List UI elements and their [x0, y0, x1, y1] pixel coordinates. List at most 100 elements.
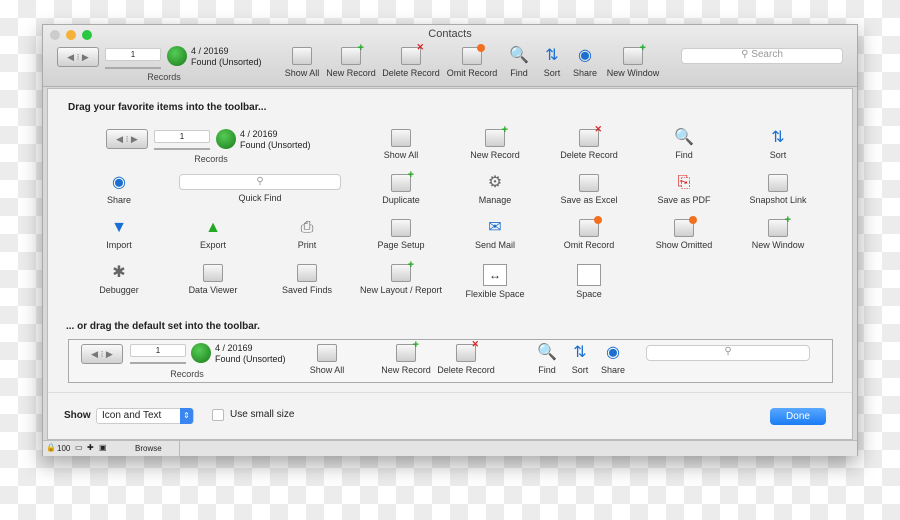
item-label: New Layout / Report	[359, 285, 443, 295]
new-record-icon	[485, 124, 508, 147]
item-label: Delete Record	[437, 365, 495, 375]
sheet-heading: Drag your favorite items into the toolba…	[68, 102, 267, 113]
palette-item-send-mail[interactable]: ✉ Send Mail	[448, 219, 542, 250]
item-label: Saved Finds	[281, 285, 333, 295]
item-label: Data Viewer	[188, 285, 238, 295]
show-select[interactable]: Icon and Text ⇕	[96, 408, 194, 424]
item-label: Snapshot Link	[749, 195, 807, 205]
button-label: New Window	[606, 68, 660, 78]
toolbar-button-new-window[interactable]: New Window	[586, 42, 680, 78]
palette-item-export[interactable]: ▲ Export	[166, 219, 260, 250]
item-label: Share	[600, 365, 626, 375]
palette-item-debugger[interactable]: ✱ Debugger	[72, 264, 166, 295]
small-size-checkbox[interactable]	[212, 409, 224, 421]
found-state: Found (Unsorted)	[191, 57, 262, 67]
send-mail-icon: ✉	[488, 219, 502, 236]
palette-item-duplicate[interactable]: Duplicate	[354, 169, 448, 205]
book-navigation[interactable]: ◀ ⁝ ▶	[57, 47, 99, 67]
small-size-label: Use small size	[230, 409, 295, 420]
search-field[interactable]: ⚲ Search	[681, 48, 843, 64]
new-record-icon	[396, 339, 419, 362]
palette-item-quick-find[interactable]: ⚲ Quick Find	[179, 174, 341, 203]
palette-item-find[interactable]: 🔍 Find	[637, 129, 731, 160]
lock-icon[interactable]: 🔒	[46, 443, 56, 452]
palette-item-snapshot-link[interactable]: Snapshot Link	[731, 174, 825, 205]
palette-item-show-all[interactable]: Show All	[354, 129, 448, 160]
default-toolbar-set[interactable]: ◀ ⁝ ▶ 1 4 / 20169 Found (Unsorted) Record…	[68, 339, 833, 383]
found-count: 4 / 20169	[240, 129, 278, 139]
done-button[interactable]: Done	[770, 408, 826, 425]
space-icon	[577, 264, 601, 286]
delete-record-icon	[456, 339, 479, 362]
palette-item-show-omitted[interactable]: Show Omitted	[637, 216, 731, 250]
palette-item-save-as-pdf[interactable]: ⎘ Save as PDF	[637, 174, 731, 205]
palette-item-delete-record[interactable]: Delete Record	[542, 124, 636, 160]
item-label: Duplicate	[382, 195, 420, 205]
palette-item-flexible-space[interactable]: ↔ Flexible Space	[448, 264, 542, 299]
search-icon: ⚲	[179, 174, 341, 190]
new-record-icon	[341, 42, 364, 65]
search-icon: ⚲	[741, 49, 752, 60]
records-label: Records	[194, 154, 228, 164]
zoom-in-icon[interactable]: ✚	[87, 443, 94, 452]
found-state: Found (Unsorted)	[240, 140, 311, 150]
book-navigation: ◀ ⁝ ▶	[81, 344, 123, 364]
item-label: Print	[297, 240, 317, 250]
show-all-icon	[391, 129, 411, 147]
item-label: Share	[106, 195, 132, 205]
palette-item-share[interactable]: ◉ Share	[72, 174, 166, 205]
records-palette-item[interactable]: ◀ ⁝ ▶ 1 4 / 20169 Found (Unsorted) Record…	[106, 127, 326, 167]
mode-popup[interactable]: Browse	[135, 444, 162, 453]
print-icon: ⎙	[300, 219, 314, 236]
palette-item-save-as-excel[interactable]: Save as Excel	[542, 174, 636, 205]
palette-item-data-viewer[interactable]: Data Viewer	[166, 264, 260, 295]
zoom-out-icon[interactable]: ▭	[75, 443, 83, 452]
show-label: Show	[64, 410, 91, 421]
saved-finds-icon	[297, 264, 317, 282]
omit-record-icon	[579, 216, 602, 237]
import-icon: ▼	[111, 219, 127, 236]
palette-item-omit-record[interactable]: Omit Record	[542, 216, 636, 250]
record-number-field[interactable]: 1	[105, 48, 161, 61]
palette-item-manage[interactable]: ⚙ Manage	[448, 174, 542, 205]
new-window-icon	[623, 42, 646, 65]
show-select-value: Icon and Text	[102, 410, 162, 421]
found-set-pie-icon	[191, 343, 211, 363]
item-label: Delete Record	[560, 150, 618, 160]
palette-item-new-window[interactable]: New Window	[731, 214, 825, 250]
palette-item-sort[interactable]: ⇅ Sort	[731, 129, 825, 160]
toggle-toolbar-icon[interactable]: ▣	[99, 443, 107, 452]
item-label: Save as PDF	[657, 195, 711, 205]
item-label: Space	[576, 289, 602, 299]
record-slider[interactable]	[105, 67, 161, 69]
palette-item-space[interactable]: Space	[542, 264, 636, 299]
item-label: New Record	[470, 150, 520, 160]
show-omitted-icon	[674, 216, 697, 237]
found-set-pie-icon	[167, 46, 187, 66]
palette-item-page-setup[interactable]: Page Setup	[354, 219, 448, 250]
pdf-icon: ⎘	[677, 174, 691, 191]
delete-record-icon	[401, 42, 424, 65]
found-count: 4 / 20169	[191, 46, 229, 56]
show-all-icon	[317, 344, 337, 362]
sheet-footer: Show Icon and Text ⇕ Use small size Done	[48, 392, 852, 440]
found-state: Found (Unsorted)	[215, 354, 286, 364]
find-icon: 🔍	[674, 129, 694, 146]
palette-item-new-record[interactable]: New Record	[448, 124, 542, 160]
palette-item-saved-finds[interactable]: Saved Finds	[260, 264, 354, 295]
palette-item-import[interactable]: ▼ Import	[72, 219, 166, 250]
share-icon: ◉	[112, 174, 126, 191]
palette-item-print[interactable]: ⎙ Print	[260, 219, 354, 250]
duplicate-icon	[391, 169, 414, 192]
palette-item-new-layout-report[interactable]: New Layout / Report	[354, 259, 448, 295]
page-setup-icon	[391, 219, 411, 237]
status-bar: 🔒 100 ▭ ✚ ▣ Browse	[43, 440, 857, 456]
zoom-level[interactable]: 100	[57, 444, 70, 453]
item-label: Page Setup	[377, 240, 425, 250]
flexible-space-icon: ↔	[483, 264, 507, 286]
search-field: ⚲	[646, 345, 810, 361]
share-icon: ◉	[606, 344, 620, 361]
toolbar: Contacts ◀ ⁝ ▶ 1 4 / 20169 Found (Unsorte…	[43, 25, 857, 87]
snapshot-link-icon	[768, 174, 788, 192]
found-count: 4 / 20169	[215, 343, 253, 353]
